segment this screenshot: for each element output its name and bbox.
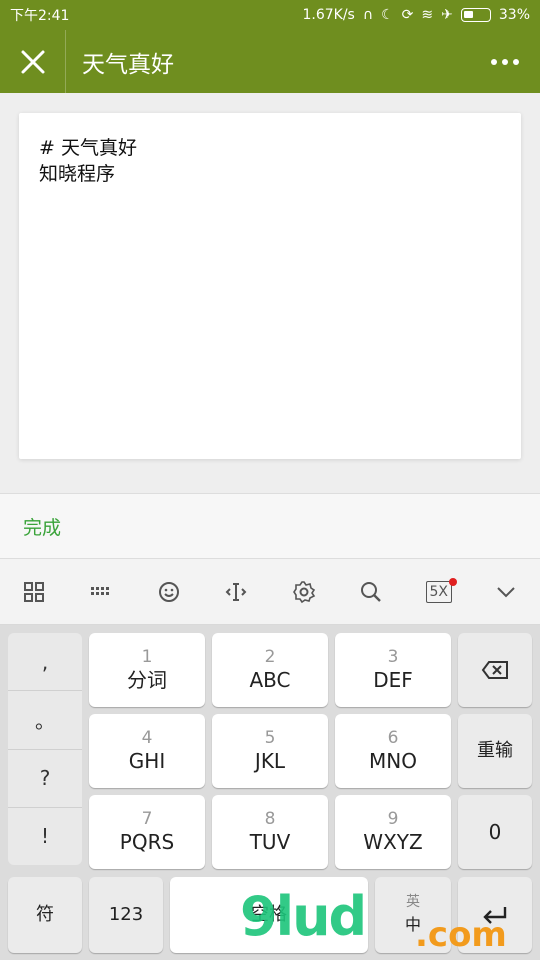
punct-period-key[interactable]: 。 [8, 691, 82, 750]
sync-icon: ⟳ [401, 7, 414, 23]
key-8[interactable]: 8 TUV [212, 795, 328, 869]
grid-icon [23, 581, 44, 602]
emoji-button[interactable] [149, 572, 189, 612]
key-6[interactable]: 6 MNO [335, 714, 451, 788]
close-button[interactable] [0, 30, 66, 93]
5x-icon: 5X [425, 580, 452, 603]
notification-dot [448, 577, 457, 586]
key-4[interactable]: 4 GHI [89, 714, 205, 788]
key-9[interactable]: 9 WXYZ [335, 795, 451, 869]
key-label: 分词 [127, 668, 167, 692]
key-5[interactable]: 5 JKL [212, 714, 328, 788]
symbol-key[interactable]: 符 [8, 877, 82, 953]
key-label: 重输 [477, 740, 513, 761]
battery-percent: 33% [498, 7, 530, 23]
watermark-suffix: .com [415, 915, 507, 955]
cursor-button[interactable] [216, 572, 256, 612]
wifi-icon: ≋ [421, 7, 434, 23]
key-number: 4 [141, 728, 153, 748]
settings-button[interactable] [284, 572, 324, 612]
key-number: 8 [264, 809, 276, 829]
key-2[interactable]: 2 ABC [212, 633, 328, 707]
key-label: 123 [108, 904, 144, 925]
search-icon [361, 581, 382, 602]
done-button[interactable]: 完成 [23, 513, 61, 540]
battery-icon [460, 8, 491, 22]
key-label: 符 [36, 904, 54, 925]
content-area: # 天气真好 知晓程序 [0, 93, 540, 493]
key-label: WXYZ [363, 830, 423, 854]
key-1[interactable]: 1 分词 [89, 633, 205, 707]
keyboard-switch-button[interactable] [81, 572, 121, 612]
text-editor[interactable]: # 天气真好 知晓程序 [19, 113, 521, 459]
key-number: 5 [264, 728, 276, 748]
title-bar: 天气真好 [0, 30, 540, 93]
airplane-icon: ✈ [441, 7, 453, 23]
chevron-down-icon [497, 586, 515, 597]
key-number: 2 [264, 647, 276, 667]
punct-exclaim-key[interactable]: ! [8, 808, 82, 865]
reenter-key[interactable]: 重输 [458, 714, 532, 788]
grid-menu-button[interactable] [14, 572, 54, 612]
keyboard-toolbar: 5X [0, 559, 540, 625]
done-bar: 完成 [0, 493, 540, 559]
key-label: PQRS [119, 830, 175, 854]
punctuation-column: , 。 ? ! [8, 633, 82, 865]
cursor-move-icon [225, 582, 247, 601]
5x-button[interactable]: 5X [419, 572, 459, 612]
status-bar: 下午2:41 1.67K/s ∩ ☾ ⟳ ≋ ✈ 33% [0, 0, 540, 30]
lang-en-label: 英 [406, 894, 420, 910]
backspace-icon [481, 661, 508, 679]
key-label: JKL [254, 749, 286, 773]
key-label: ABC [249, 668, 291, 692]
key-number: 7 [141, 809, 153, 829]
network-speed: 1.67K/s [302, 7, 355, 23]
key-0[interactable]: 0 [458, 795, 532, 869]
collapse-keyboard-button[interactable] [486, 572, 526, 612]
status-right: 1.67K/s ∩ ☾ ⟳ ≋ ✈ 33% [302, 7, 530, 23]
backspace-key[interactable] [458, 633, 532, 707]
smiley-icon [158, 581, 179, 602]
search-button[interactable] [351, 572, 391, 612]
key-label: 0 [488, 820, 502, 844]
gear-icon [292, 580, 315, 603]
key-label: DEF [373, 668, 413, 692]
page-title: 天气真好 [82, 51, 174, 78]
more-dot-icon [502, 58, 508, 65]
editor-line-1: # 天气真好 [39, 137, 137, 159]
key-number: 1 [141, 647, 153, 667]
close-icon [21, 50, 44, 73]
key-label: MNO [369, 749, 417, 773]
more-dot-icon [491, 58, 497, 65]
headphone-icon: ∩ [362, 7, 374, 23]
keyboard-icon [91, 586, 110, 595]
key-number: 9 [387, 809, 399, 829]
key-7[interactable]: 7 PQRS [89, 795, 205, 869]
key-label: TUV [249, 830, 291, 854]
status-time: 下午2:41 [10, 8, 70, 24]
editor-line-2: 知晓程序 [39, 163, 116, 185]
more-dot-icon [513, 58, 519, 65]
key-3[interactable]: 3 DEF [335, 633, 451, 707]
punct-question-key[interactable]: ? [8, 750, 82, 808]
more-menu-button[interactable] [470, 58, 540, 65]
key-number: 3 [387, 647, 399, 667]
numbers-key[interactable]: 123 [89, 877, 163, 953]
key-label: GHI [128, 749, 166, 773]
punct-comma-key[interactable]: , [8, 633, 82, 692]
watermark-logo: 9lud [240, 885, 367, 948]
moon-icon: ☾ [381, 7, 394, 23]
key-number: 6 [387, 728, 399, 748]
